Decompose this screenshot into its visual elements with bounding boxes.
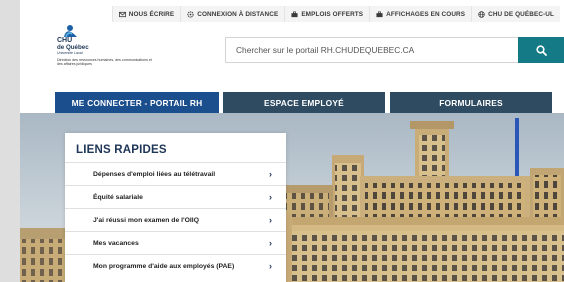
top-link-remote[interactable]: CONNEXION À DISTANCE — [180, 6, 285, 22]
top-link-label: CONNEXION À DISTANCE — [197, 10, 279, 18]
globe-icon — [478, 10, 485, 18]
quick-link-item[interactable]: Mon programme d'aide aux employés (PAE) … — [65, 254, 286, 277]
quick-link-label: Équité salariale — [93, 193, 143, 201]
logo-department: Direction des ressources humaines, des c… — [57, 58, 152, 67]
quick-link-label: Dépenses d'emploi liées au télétravail — [93, 170, 216, 178]
top-link-jobs[interactable]: EMPLOIS OFFERTS — [284, 6, 370, 22]
quick-link-label: J'ai réussi mon examen de l'OIIQ — [93, 216, 199, 224]
quick-link-item[interactable]: J'ai réussi mon examen de l'OIIQ › — [65, 208, 286, 231]
search-input[interactable] — [225, 37, 518, 63]
logo-line-3: Université Laval — [57, 51, 83, 55]
quick-link-item[interactable]: Mes vacances › — [65, 231, 286, 254]
briefcase-icon — [376, 11, 383, 17]
quick-link-item[interactable]: Équité salariale › — [65, 185, 286, 208]
logo-line-2: de Québec — [57, 44, 89, 51]
mail-icon — [118, 11, 126, 17]
nav-portal-rh[interactable]: ME CONNECTER - PORTAIL RH — [55, 92, 219, 113]
chevron-right-icon: › — [269, 261, 272, 271]
top-link-label: AFFICHAGES EN COURS — [386, 10, 466, 18]
logo-mark-icon — [64, 25, 77, 38]
top-links-bar: NOUS ÉCRIRE CONNEXION À DISTANCE EMPLOIS… — [111, 6, 560, 22]
quick-link-label: Mon programme d'aide aux employés (PAE) — [93, 262, 235, 270]
top-link-postings[interactable]: AFFICHAGES EN COURS — [369, 6, 472, 22]
chevron-right-icon: › — [269, 192, 272, 202]
nav-formulaires[interactable]: FORMULAIRES — [390, 92, 552, 113]
top-link-contact[interactable]: NOUS ÉCRIRE — [111, 6, 181, 22]
logo-line-1: CHU — [57, 37, 73, 44]
quick-link-item[interactable]: Dépenses d'emploi liées au télétravail › — [65, 162, 286, 185]
main-nav: ME CONNECTER - PORTAIL RH ESPACE EMPLOYÉ… — [20, 92, 564, 113]
quick-links-title: LIENS RAPIDES — [76, 144, 167, 156]
top-link-label: CHU DE QUÉBEC-UL — [488, 10, 554, 18]
top-link-chu[interactable]: CHU DE QUÉBEC-UL — [471, 6, 560, 22]
site-logo[interactable]: CHU de Québec Université Laval Direction… — [56, 24, 152, 79]
chevron-right-icon: › — [269, 215, 272, 225]
nav-espace-employe[interactable]: ESPACE EMPLOYÉ — [223, 92, 385, 113]
quick-link-label: Mes vacances — [93, 239, 139, 247]
chevron-right-icon: › — [269, 169, 272, 179]
briefcase-icon — [291, 11, 298, 17]
top-link-label: EMPLOIS OFFERTS — [301, 10, 364, 18]
top-link-label: NOUS ÉCRIRE — [128, 10, 175, 18]
chevron-right-icon: › — [269, 238, 272, 248]
quick-links-list: Dépenses d'emploi liées au télétravail ›… — [65, 162, 286, 277]
gear-icon — [187, 10, 194, 18]
quick-links-panel: LIENS RAPIDES Dépenses d'emploi liées au… — [65, 133, 286, 282]
search-icon — [536, 44, 547, 56]
search-bar — [225, 37, 564, 63]
page: NOUS ÉCRIRE CONNEXION À DISTANCE EMPLOIS… — [20, 0, 564, 282]
search-button[interactable] — [518, 37, 564, 63]
